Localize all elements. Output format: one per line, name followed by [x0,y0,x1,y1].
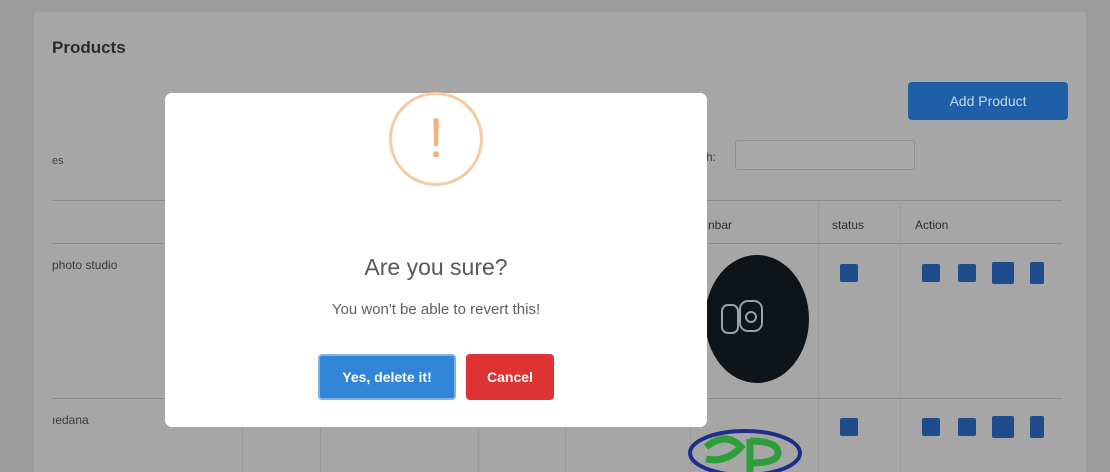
edit-icon[interactable] [922,418,940,436]
row-name: photo studio [52,258,118,272]
dialog-message: You won't be able to revert this! [331,301,541,318]
trash-icon[interactable] [1030,262,1044,284]
add-variant-icon[interactable] [992,262,1014,284]
warning-icon-mark: ! [428,106,444,169]
row-name: ıedana [52,413,89,427]
dialog-title: Are you sure? [364,254,508,280]
column-header-action[interactable]: Action [915,218,948,232]
add-icon[interactable] [958,264,976,282]
search-input[interactable] [735,140,915,170]
column-header-status[interactable]: status [832,218,864,232]
status-check-icon[interactable] [840,264,858,282]
add-icon[interactable] [958,418,976,436]
edit-icon[interactable] [922,264,940,282]
page-title: Products [52,38,126,57]
add-variant-icon[interactable] [992,416,1014,438]
cancel-button[interactable]: Cancel [466,354,554,400]
camera-icon [721,300,763,334]
table-column-divider [818,200,819,472]
trash-icon[interactable] [1030,416,1044,438]
table-column-divider [900,200,901,472]
column-header-avatar[interactable]: nbar [708,218,732,232]
add-product-button[interactable]: Add Product [908,82,1068,120]
brand-logo [688,429,802,472]
status-check-icon[interactable] [840,418,858,436]
confirm-delete-button[interactable]: Yes, delete it! [318,354,456,400]
entries-label: es [52,155,64,167]
